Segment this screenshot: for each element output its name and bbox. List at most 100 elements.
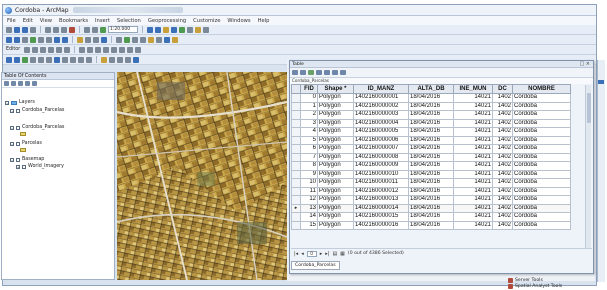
table-cell[interactable]: 14021	[453, 93, 493, 103]
menu-edit[interactable]: Edit	[23, 18, 33, 24]
row-selector[interactable]	[291, 93, 301, 103]
table-cell[interactable]: 18/04/2016	[408, 169, 454, 179]
table-cell[interactable]: 14021	[453, 220, 493, 230]
menu-selection[interactable]: Selection	[117, 18, 141, 24]
show-all-records-icon[interactable]: ▤	[332, 251, 337, 257]
row-selector[interactable]	[291, 220, 301, 230]
table-cell[interactable]: 1402	[492, 101, 513, 111]
table-cell[interactable]: Córdoba	[512, 127, 571, 137]
table-cell[interactable]: Córdoba	[512, 135, 571, 145]
table-cell[interactable]: 1402	[492, 135, 513, 145]
table-cell[interactable]: Córdoba	[512, 169, 571, 179]
copy-icon[interactable]	[53, 26, 59, 33]
layer-icon[interactable]	[101, 56, 107, 63]
collapse-icon[interactable]: −	[10, 108, 14, 113]
straight-segment-icon[interactable]	[40, 46, 47, 53]
table-row[interactable]: 9 Polygon 1402160000010 18/04/2016 14021 1402…	[291, 169, 571, 179]
arctoolbox-item-spatial[interactable]: Spatial Analyst Tools	[508, 284, 562, 289]
row-selector[interactable]	[291, 212, 301, 222]
layer-icon[interactable]	[109, 56, 115, 63]
menu-geoprocessing[interactable]: Geoprocessing	[148, 18, 186, 24]
table-cell[interactable]: 1402	[492, 178, 513, 188]
row-selector[interactable]	[291, 186, 301, 196]
print-icon[interactable]	[30, 26, 36, 33]
column-header[interactable]: FID	[300, 84, 318, 94]
table-cell[interactable]: 14021	[453, 178, 493, 188]
layer-icon[interactable]	[14, 56, 20, 63]
table-cell[interactable]: 14	[300, 212, 318, 222]
layer-icon[interactable]	[78, 56, 84, 63]
table-cell[interactable]: 1402160000015	[353, 212, 409, 222]
row-selector[interactable]	[291, 144, 301, 154]
table-cell[interactable]: 1402160000010	[353, 169, 409, 179]
table-cell[interactable]: 14021	[453, 135, 493, 145]
table-row[interactable]: 2 Polygon 1402160000003 18/04/2016 14021 1402…	[291, 110, 571, 120]
table-cell[interactable]: 18/04/2016	[408, 220, 454, 230]
list-by-drawing-order-icon[interactable]	[4, 81, 9, 86]
row-selector[interactable]	[291, 152, 301, 162]
row-selector[interactable]	[291, 161, 301, 171]
column-header[interactable]: DC	[492, 84, 513, 94]
html-popup-icon[interactable]	[148, 36, 154, 43]
toc-icon[interactable]	[155, 26, 161, 33]
next-record-icon[interactable]: ▸	[320, 251, 323, 257]
open-icon[interactable]	[14, 26, 20, 33]
table-cell[interactable]: 14021	[453, 212, 493, 222]
table-cell[interactable]: 14021	[453, 110, 493, 120]
table-cell[interactable]: 8	[300, 161, 318, 171]
table-cell[interactable]: 1402160000009	[353, 161, 409, 171]
table-cell[interactable]: 2	[300, 110, 318, 120]
layer-visibility-checkbox[interactable]	[16, 157, 20, 162]
table-cell[interactable]: 1402160000004	[353, 118, 409, 128]
table-cell[interactable]: Córdoba	[512, 161, 571, 171]
undo-icon[interactable]	[84, 26, 90, 33]
list-by-selection-icon[interactable]	[25, 81, 30, 86]
zoom-to-selected-icon[interactable]	[332, 70, 338, 75]
table-row[interactable]: ▸ 13 Polygon 1402160000014 18/04/2016 14021 14…	[291, 203, 571, 213]
table-cell[interactable]: 18/04/2016	[408, 212, 454, 222]
collapse-icon[interactable]: −	[10, 157, 14, 162]
table-cell[interactable]: 9	[300, 169, 318, 179]
column-header[interactable]: INE_MUN	[453, 84, 493, 94]
table-cell[interactable]: 18/04/2016	[408, 118, 454, 128]
time-slider-icon[interactable]	[164, 36, 170, 43]
row-selector-header[interactable]	[291, 84, 301, 94]
paste-icon[interactable]	[61, 26, 67, 33]
row-selector[interactable]	[291, 101, 301, 111]
select-by-attributes-icon[interactable]	[308, 70, 314, 75]
table-cell[interactable]: 1	[300, 101, 318, 111]
table-cell[interactable]: Polygon	[317, 135, 354, 145]
menu-view[interactable]: View	[40, 18, 52, 24]
row-selector[interactable]	[291, 169, 301, 179]
table-cell[interactable]: 1402160000005	[353, 127, 409, 137]
previous-record-icon[interactable]: ◂	[301, 251, 304, 257]
table-row[interactable]: 6 Polygon 1402160000007 18/04/2016 14021 1402…	[291, 144, 571, 154]
table-cell[interactable]: 1402160000002	[353, 101, 409, 111]
menu-file[interactable]: File	[7, 18, 16, 24]
toc-layer-cordoba-2[interactable]: − Cordoba_Parcelas	[10, 125, 64, 130]
table-cell[interactable]: 0	[300, 93, 318, 103]
menu-customize[interactable]: Customize	[193, 18, 220, 24]
table-cell[interactable]: 1402160000003	[353, 110, 409, 120]
table-cell[interactable]: 14021	[453, 144, 493, 154]
layer-icon[interactable]	[133, 56, 139, 63]
menu-windows[interactable]: Windows	[227, 18, 250, 24]
edit-vertices-icon[interactable]	[79, 46, 86, 53]
rotate-icon[interactable]	[111, 46, 118, 53]
related-tables-icon[interactable]	[300, 70, 306, 75]
options-icon[interactable]	[32, 81, 37, 86]
trace-icon[interactable]	[56, 46, 63, 53]
switch-selection-icon[interactable]	[316, 70, 322, 75]
table-cell[interactable]: Polygon	[317, 161, 354, 171]
attributes-icon[interactable]	[119, 46, 126, 53]
table-cell[interactable]: 18/04/2016	[408, 127, 454, 137]
table-cell[interactable]: 1402160000014	[353, 203, 409, 213]
table-cell[interactable]: Polygon	[317, 169, 354, 179]
table-cell[interactable]: 1402	[492, 127, 513, 137]
table-cell[interactable]: 14021	[453, 203, 493, 213]
table-cell[interactable]: 1402	[492, 203, 513, 213]
table-cell[interactable]: 1402	[492, 161, 513, 171]
table-cell[interactable]: 5	[300, 135, 318, 145]
arctoolbox-item-server[interactable]: Server Tools	[508, 278, 543, 283]
table-cell[interactable]: 11	[300, 186, 318, 196]
